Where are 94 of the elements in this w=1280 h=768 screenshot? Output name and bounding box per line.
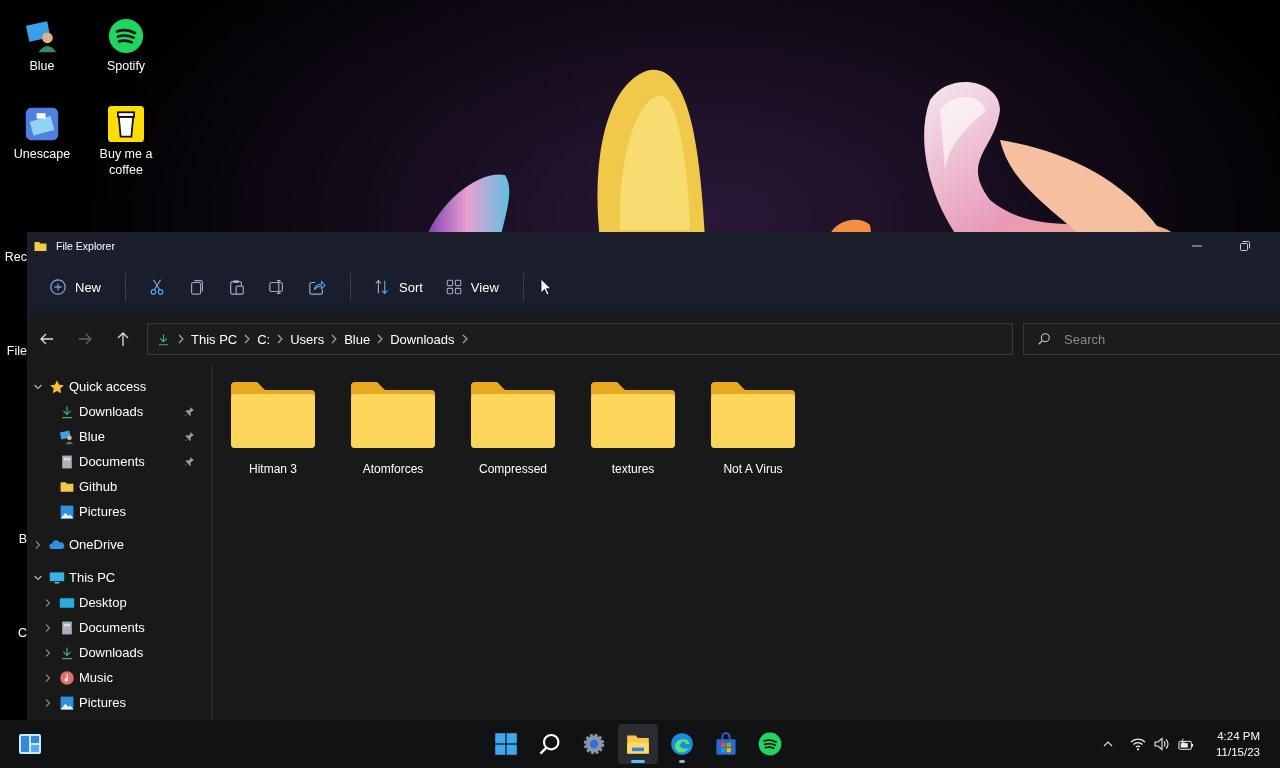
sidebar-item[interactable]: Music: [79, 670, 113, 685]
star-icon: [49, 378, 65, 395]
folder-icon[interactable]: [711, 382, 795, 448]
chevron-right-icon[interactable]: [43, 647, 53, 658]
clipboard-icon: [228, 278, 246, 296]
music-icon: [59, 669, 75, 686]
folder-name[interactable]: Atomforces: [362, 462, 424, 476]
monitor-icon: [49, 569, 65, 586]
chevron-right-icon[interactable]: [43, 697, 53, 708]
document-icon: [59, 619, 75, 636]
share-icon: [308, 278, 326, 296]
rename-icon: [268, 278, 286, 296]
clock[interactable]: 4:24 PM 11/15/23: [1216, 728, 1260, 760]
sidebar-item[interactable]: This PC: [69, 570, 116, 585]
scissors-icon: [148, 278, 166, 296]
download-icon: [156, 331, 171, 347]
picture-icon: [59, 694, 75, 711]
chevron-right-icon[interactable]: [376, 334, 385, 344]
folder-name[interactable]: textures: [611, 462, 655, 476]
sidebar-item[interactable]: Quick access: [69, 379, 147, 394]
address-bar[interactable]: This PC C: Users Blue Downloads: [147, 323, 1013, 355]
desktop-icon-label[interactable]: Rec: [4, 250, 27, 264]
coffee-cup-icon[interactable]: [108, 106, 144, 142]
breadcrumb[interactable]: This PC: [191, 331, 238, 347]
breadcrumb[interactable]: Users: [290, 331, 325, 347]
plus-icon: [49, 278, 67, 296]
chevron-right-icon[interactable]: [460, 334, 469, 344]
spotify-icon: [758, 732, 782, 756]
download-icon: [59, 403, 75, 420]
breadcrumb[interactable]: Blue: [344, 331, 371, 347]
folder-icon[interactable]: [351, 382, 435, 448]
sort-button[interactable]: Sort: [363, 272, 433, 302]
forward-arrow-icon[interactable]: [77, 331, 93, 347]
gear-icon: [582, 732, 606, 756]
back-arrow-icon[interactable]: [39, 331, 55, 347]
chevron-right-icon[interactable]: [33, 539, 43, 550]
up-arrow-icon[interactable]: [115, 331, 131, 347]
pin-icon[interactable]: [184, 456, 195, 467]
download-icon: [59, 644, 75, 661]
new-button[interactable]: New: [39, 272, 111, 302]
desktop-icon-label[interactable]: B: [18, 532, 27, 546]
mouse-pointer-icon: [539, 278, 552, 296]
chevron-right-icon[interactable]: [43, 597, 53, 608]
window-title: File Explorer: [56, 240, 115, 252]
folder-icon[interactable]: [591, 382, 675, 448]
breadcrumb[interactable]: C:: [257, 331, 271, 347]
view-button[interactable]: View: [434, 272, 509, 302]
start-icon: [494, 732, 518, 756]
battery-icon[interactable]: [1178, 737, 1195, 751]
sidebar-item[interactable]: Documents: [79, 620, 145, 635]
grid-icon: [444, 278, 463, 296]
edge-icon: [670, 732, 694, 756]
chevron-right-icon[interactable]: [43, 622, 53, 633]
desktop-icon[interactable]: Buy me a coffee: [92, 106, 160, 178]
sidebar-item[interactable]: OneDrive: [69, 537, 124, 552]
document-icon: [59, 453, 75, 470]
sidebar-item[interactable]: Pictures: [79, 504, 126, 519]
spotify-icon[interactable]: [108, 18, 144, 54]
taskbar-app[interactable]: [618, 724, 658, 764]
sidebar-item[interactable]: Downloads: [79, 404, 144, 419]
desktop-icon-label[interactable]: C: [17, 626, 27, 640]
chevron-right-icon[interactable]: [330, 334, 339, 344]
folder-icon[interactable]: [231, 382, 315, 448]
chevron-right-icon[interactable]: [243, 334, 252, 344]
restore-icon[interactable]: [1239, 240, 1251, 252]
pin-icon[interactable]: [184, 406, 195, 417]
sidebar-item[interactable]: Downloads: [79, 645, 144, 660]
volume-icon[interactable]: [1154, 737, 1171, 751]
folder-name[interactable]: Not A Virus: [723, 462, 783, 476]
pin-icon[interactable]: [184, 431, 195, 442]
sidebar-item[interactable]: Blue: [79, 429, 106, 444]
breadcrumb[interactable]: Downloads: [390, 331, 455, 347]
search-icon: [538, 732, 562, 756]
shopping-bag-icon: [714, 732, 738, 756]
picture-icon: [59, 503, 75, 520]
folder-name[interactable]: Hitman 3: [249, 462, 297, 476]
widgets-icon[interactable]: [18, 733, 42, 755]
desktop-icon-label[interactable]: File: [6, 344, 27, 358]
sidebar-item[interactable]: Github: [79, 479, 118, 494]
sidebar-item[interactable]: Desktop: [79, 595, 127, 610]
chevron-right-icon[interactable]: [276, 334, 285, 344]
user-icon: [59, 428, 75, 445]
folder-icon[interactable]: [471, 382, 555, 448]
chevron-right-icon: [177, 334, 185, 344]
chevron-right-icon[interactable]: [43, 672, 53, 683]
sidebar-item[interactable]: Documents: [79, 454, 145, 469]
search-field[interactable]: Search: [1023, 323, 1280, 355]
desktop-icon[interactable]: Unescape: [8, 106, 76, 162]
desktop-icon[interactable]: Blue: [8, 18, 76, 74]
desktop-icon[interactable]: Spotify: [92, 18, 160, 74]
sidebar-item[interactable]: Pictures: [79, 695, 126, 710]
wifi-icon[interactable]: [1130, 737, 1147, 751]
folder-name[interactable]: Compressed: [479, 462, 547, 476]
copy-icon: [188, 278, 206, 296]
